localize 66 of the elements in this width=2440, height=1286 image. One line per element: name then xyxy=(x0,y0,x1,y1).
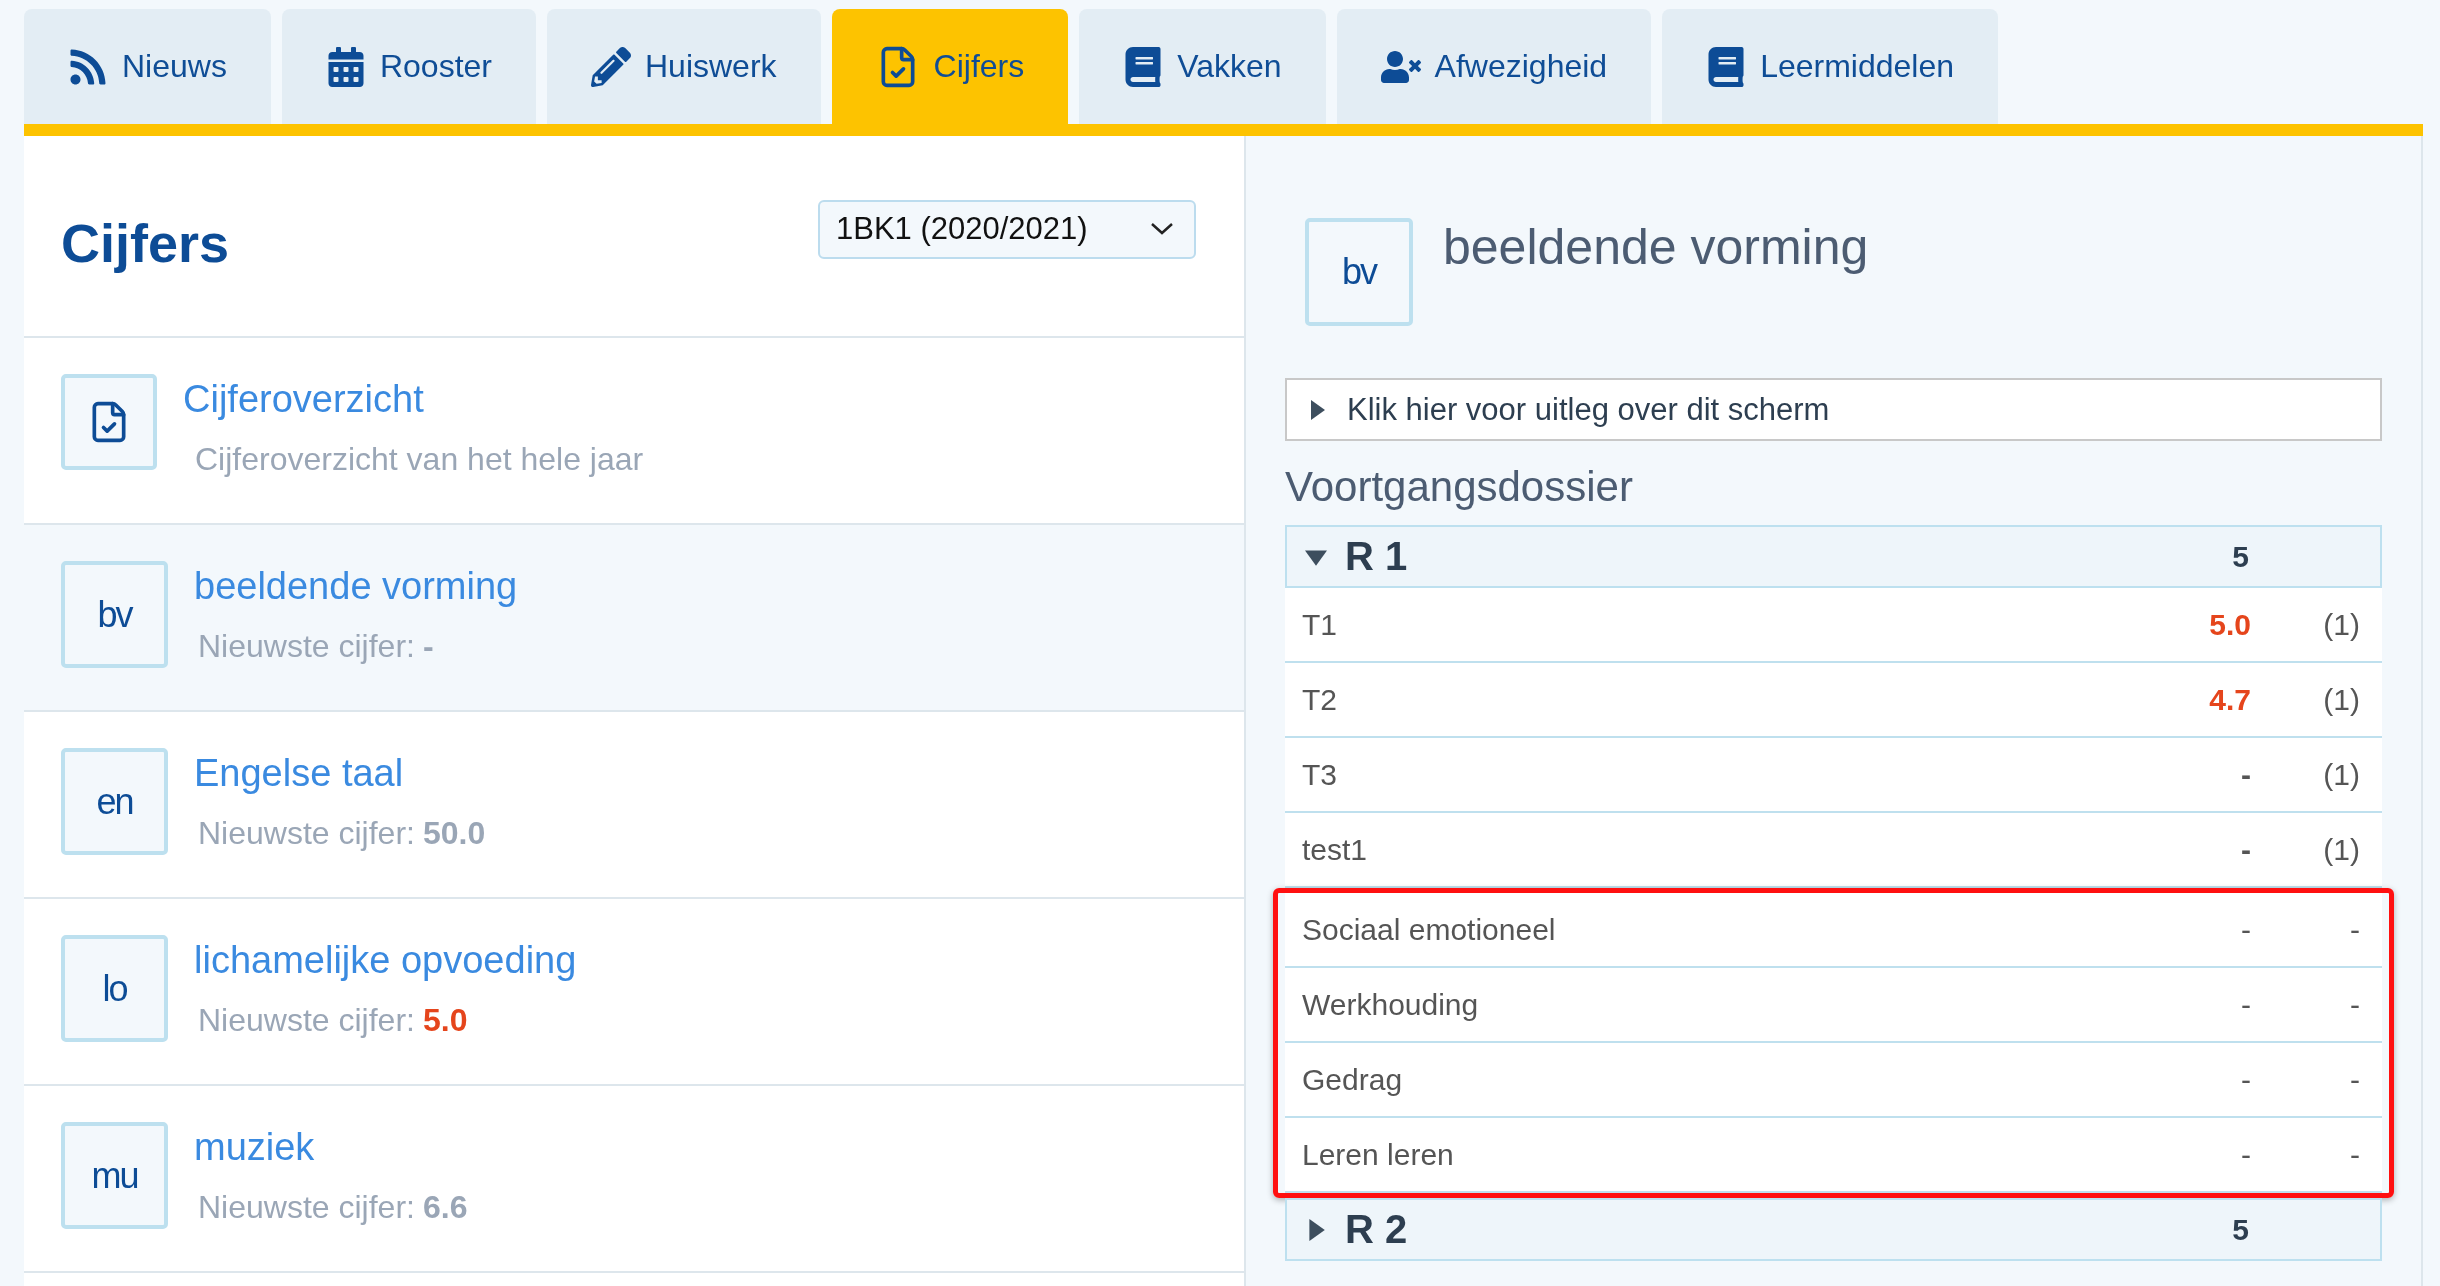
item-description: Cijferoverzicht van het hele jaar xyxy=(194,441,644,478)
nav-tab[interactable]: Leermiddelen xyxy=(1662,9,1999,124)
grade-value: - xyxy=(2240,832,2251,867)
weight-value: - xyxy=(2349,1062,2360,1097)
row-name: Werkhouding xyxy=(1302,987,1480,1022)
grade-value: - xyxy=(2240,1062,2251,1097)
subject-title: lichamelijke opvoeding xyxy=(194,939,577,982)
nav-tab[interactable]: Rooster xyxy=(281,9,536,124)
grade-value: - xyxy=(2240,1137,2251,1172)
nav-tab[interactable]: Nieuws xyxy=(24,9,271,124)
latest-grade-value: - xyxy=(422,628,434,665)
row-name: Leren leren xyxy=(1302,1137,1455,1172)
subject-abbreviation: en xyxy=(61,748,168,855)
item-title: Cijferoverzicht xyxy=(183,378,425,421)
weight-value: (1) xyxy=(2322,607,2360,642)
weight-value: - xyxy=(2349,987,2360,1022)
grade-value: - xyxy=(2240,912,2251,947)
nav-tab[interactable]: Huiswerk xyxy=(546,9,821,124)
latest-grade-value: 6.6 xyxy=(422,1189,468,1226)
period-header[interactable]: R 2 5 xyxy=(1285,1198,2382,1261)
page-title: Cijfers xyxy=(61,212,230,274)
weight-value: (1) xyxy=(2322,832,2360,867)
subject-abbreviation: mu xyxy=(61,1122,168,1229)
subject-item[interactable]: bv beeldende vorming Nieuwste cijfer: - xyxy=(24,525,1244,712)
latest-grade-value: 5.0 xyxy=(422,1002,468,1039)
chevron-down-icon xyxy=(1150,222,1174,236)
period-score: 5 xyxy=(2231,539,2249,574)
period-select[interactable]: 1BK1 (2020/2021) xyxy=(818,199,1196,259)
grade-value: 4.7 xyxy=(2208,682,2251,717)
period-name: R 1 xyxy=(1345,534,1409,579)
period-header[interactable]: R 1 5 xyxy=(1285,525,2382,588)
weight-value: (1) xyxy=(2322,682,2360,717)
period-name: R 2 xyxy=(1345,1207,1409,1252)
nav-tab[interactable]: Afwezigheid xyxy=(1336,9,1652,124)
pencil-icon xyxy=(590,46,631,87)
book-icon xyxy=(1706,46,1747,87)
nav-tab[interactable]: Vakken xyxy=(1079,9,1326,124)
latest-grade-label: Nieuwste cijfer: xyxy=(198,1189,415,1226)
row-name: T1 xyxy=(1302,607,1338,642)
row-name: test1 xyxy=(1302,832,1369,867)
latest-grade-label: Nieuwste cijfer: xyxy=(198,628,415,665)
subject-abbreviation: bv xyxy=(61,561,168,668)
row-name: T3 xyxy=(1302,757,1338,792)
subject-heading: beeldende vorming xyxy=(1443,218,1869,277)
grade-value: - xyxy=(2240,757,2251,792)
latest-grade-value: 50.0 xyxy=(422,815,486,852)
section-title: Voortgangsdossier xyxy=(1285,463,1634,511)
row-name: Gedrag xyxy=(1302,1062,1404,1097)
explainer-toggle[interactable]: Klik hier voor uitleg over dit scherm xyxy=(1285,378,2382,441)
subject-title: muziek xyxy=(194,1126,316,1169)
grade-value: 5.0 xyxy=(2208,607,2251,642)
row-name: Sociaal emotioneel xyxy=(1302,912,1557,947)
period-score: 5 xyxy=(2231,1212,2249,1247)
subject-title: beeldende vorming xyxy=(194,565,518,608)
row-name: T2 xyxy=(1302,682,1338,717)
latest-grade-label: Nieuwste cijfer: xyxy=(198,1002,415,1039)
subject-abbreviation: lo xyxy=(61,935,168,1042)
nav-tab[interactable]: Cijfers xyxy=(831,9,1069,124)
weight-value: - xyxy=(2349,1137,2360,1172)
subject-abbreviation: bv xyxy=(1305,218,1413,326)
grade-value: - xyxy=(2240,987,2251,1022)
document-check-icon xyxy=(61,374,157,470)
subject-title: Engelse taal xyxy=(194,752,405,795)
weight-value: (1) xyxy=(2322,757,2360,792)
latest-grade-label: Nieuwste cijfer: xyxy=(198,815,415,852)
weight-value: - xyxy=(2349,912,2360,947)
